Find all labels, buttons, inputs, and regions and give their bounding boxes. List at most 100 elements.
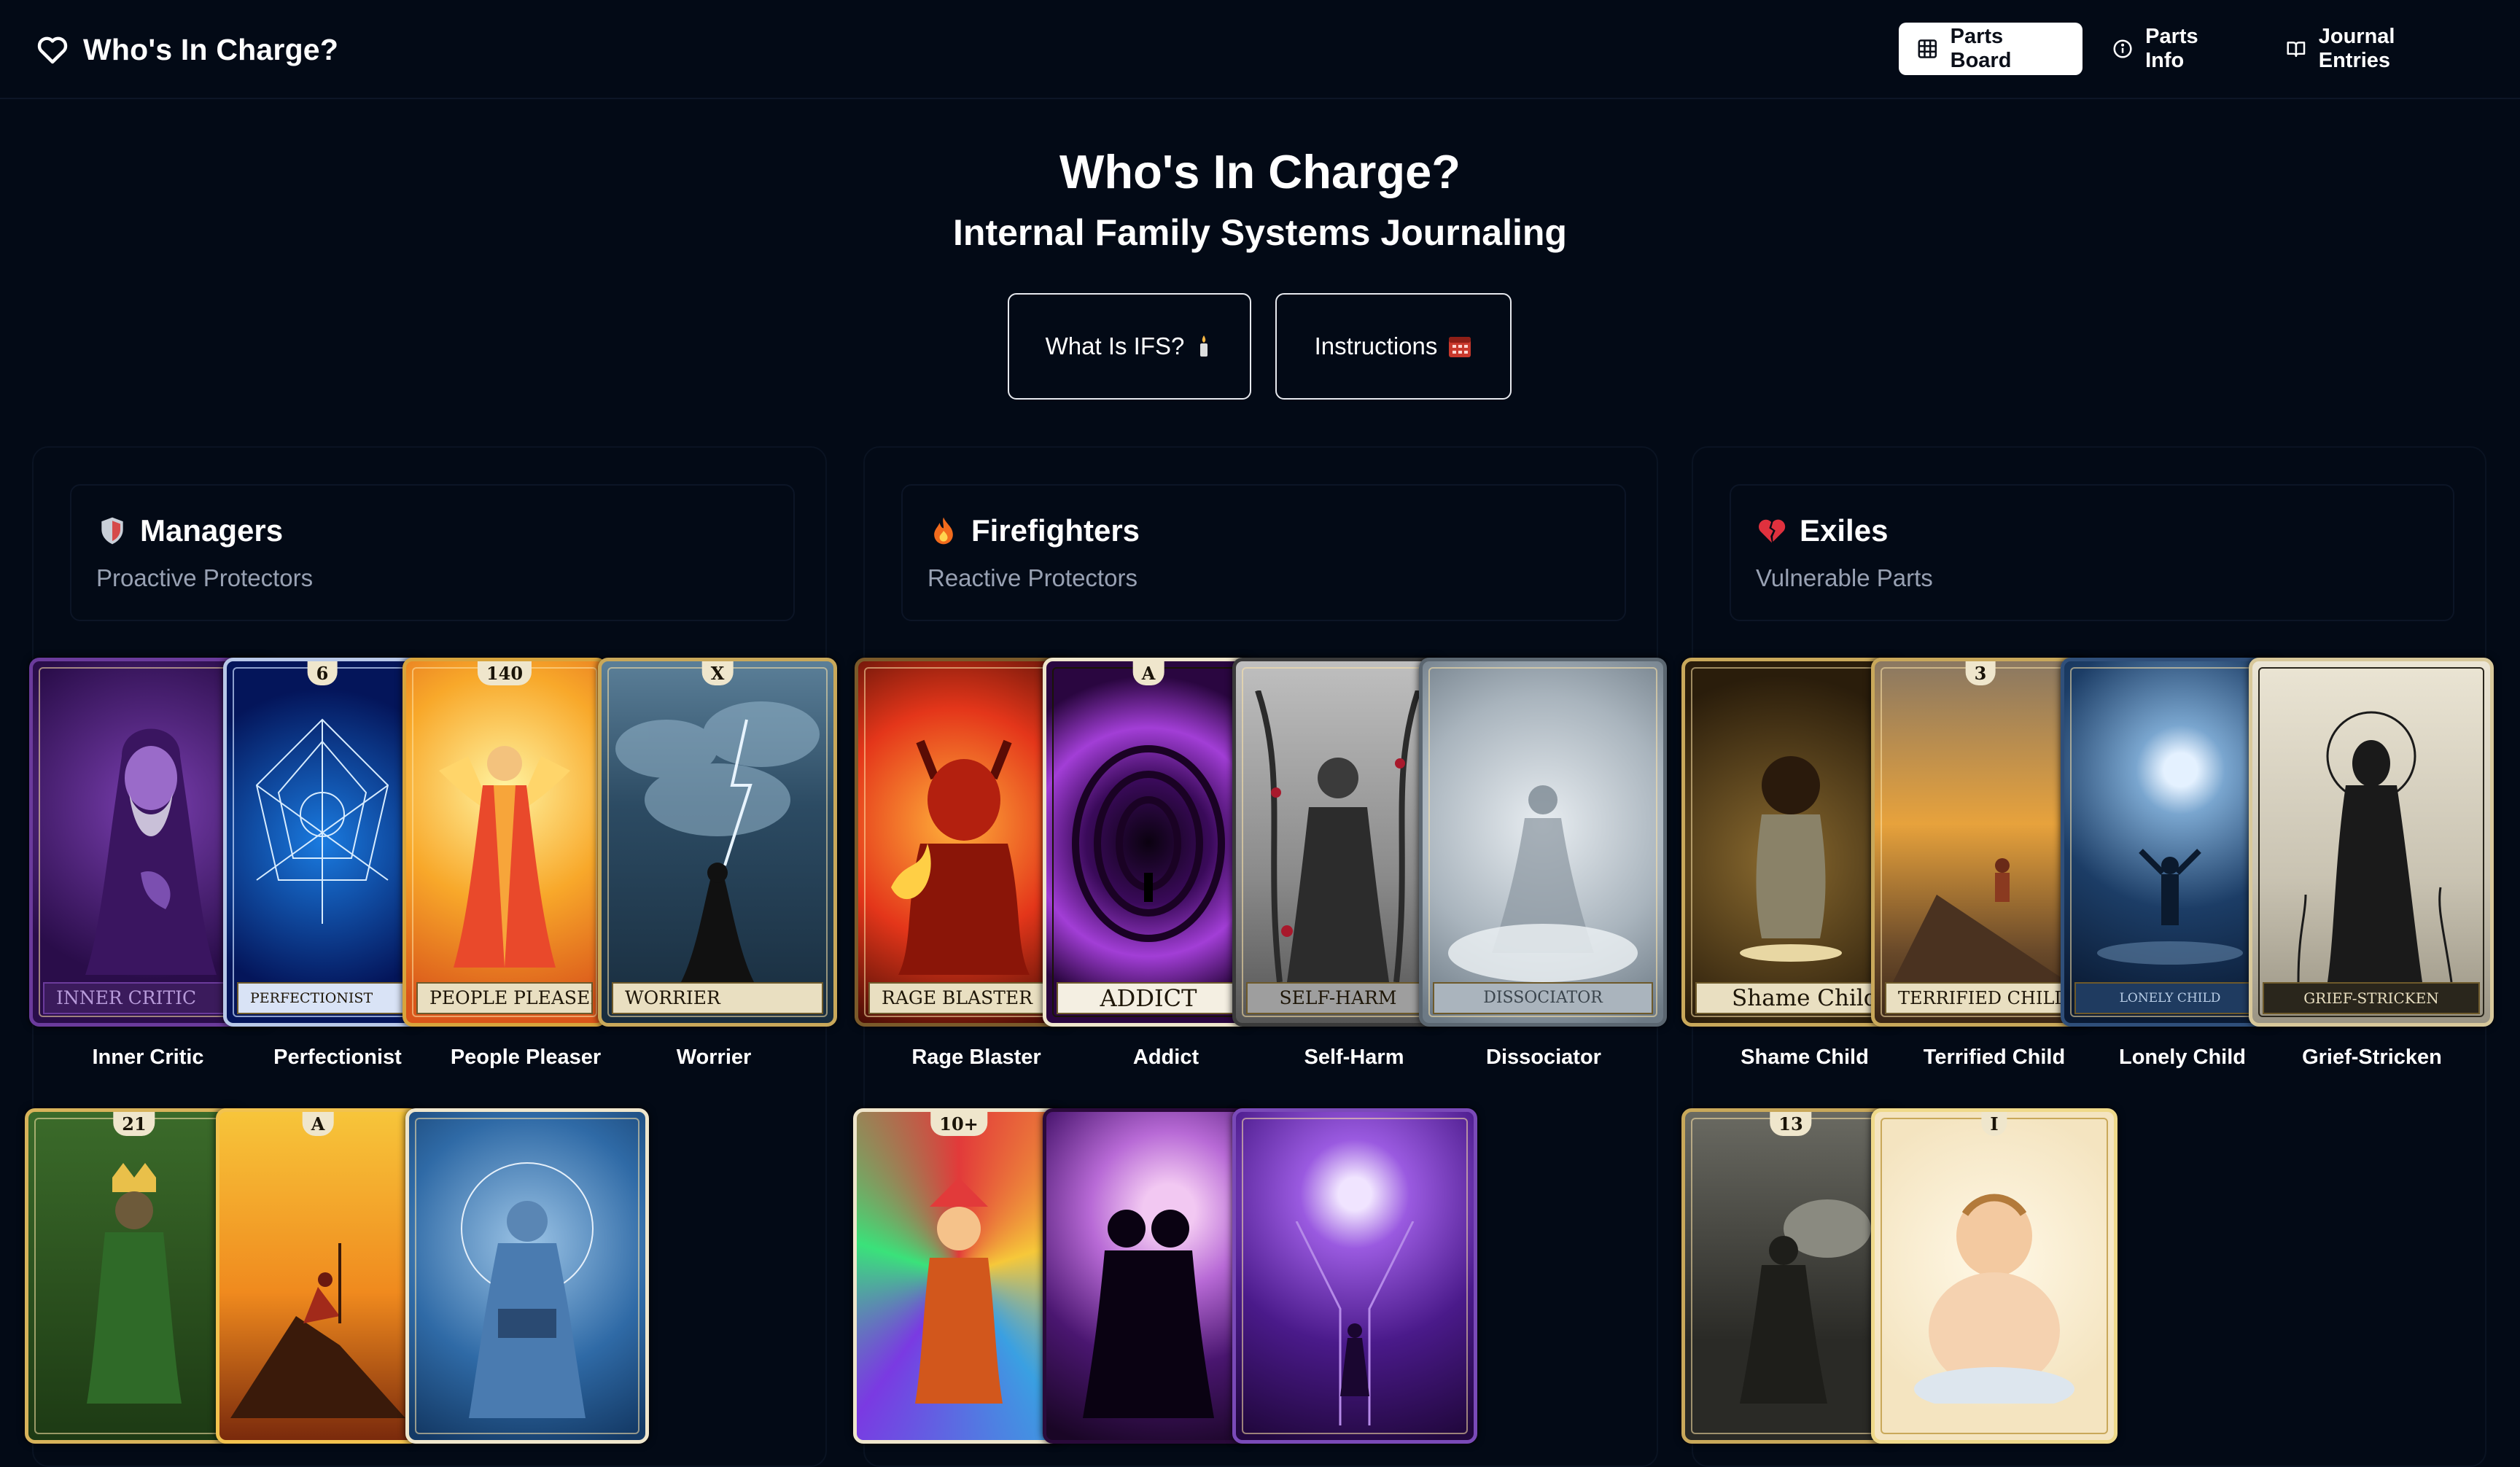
hallway-figure xyxy=(1295,1221,1415,1425)
terrified-child-figure xyxy=(1893,858,2068,982)
page-subtitle: Internal Family Systems Journaling xyxy=(953,212,1567,253)
card-plate: PERFECTIONIST xyxy=(237,982,408,1014)
label-terrified-child: Terrified Child xyxy=(1923,1046,2066,1069)
card-plate: TERRIFIED CHILD xyxy=(1885,982,2076,1014)
label-perfectionist: Perfectionist xyxy=(273,1046,402,1069)
shield-icon xyxy=(101,517,123,545)
card-worrier[interactable]: X WORRIER xyxy=(598,658,837,1027)
card-number: A xyxy=(1132,661,1164,685)
card-addict[interactable]: A ADDICT xyxy=(1043,658,1254,1027)
label-dissociator: Dissociator xyxy=(1486,1046,1601,1069)
calendar-icon xyxy=(1449,337,1471,357)
grief-stricken-figure xyxy=(2297,711,2453,982)
card-exiles-row2-2[interactable]: I xyxy=(1871,1108,2118,1444)
exiles-header: Exiles Vulnerable Parts xyxy=(1730,484,2454,621)
broken-heart-icon xyxy=(1759,519,1786,543)
card-plate: SELF-HARM xyxy=(1246,982,1430,1014)
label-shame-child: Shame Child xyxy=(1741,1046,1869,1069)
card-grief-stricken[interactable]: GRIEF-STRICKEN xyxy=(2249,658,2494,1027)
card-plate: ADDICT xyxy=(1057,982,1240,1014)
nav-parts-info-button[interactable]: Parts Info xyxy=(2094,23,2255,75)
card-firefighters-row2-1[interactable]: 10+ xyxy=(853,1108,1065,1444)
people-pleaser-figure xyxy=(439,746,570,968)
book-open-icon xyxy=(2287,42,2306,58)
card-plate: GRIEF-STRICKEN xyxy=(2263,982,2480,1014)
card-people-pleaser[interactable]: 140 PEOPLE PLEASER xyxy=(402,658,607,1027)
lonely-child-figure xyxy=(2097,849,2243,965)
card-firefighters-row2-2[interactable] xyxy=(1043,1108,1254,1444)
brand[interactable]: Who's In Charge? xyxy=(35,29,338,70)
heart-icon xyxy=(37,36,68,64)
card-plate: RAGE BLASTER xyxy=(868,982,1059,1014)
addict-spiral xyxy=(1072,745,1225,942)
what-is-ifs-label: What Is IFS? xyxy=(1045,332,1185,359)
candle-icon xyxy=(1200,335,1208,357)
grid-icon xyxy=(1918,39,1937,58)
firefighters-title: Firefighters xyxy=(971,513,1140,548)
nav-journal-entries-label: Journal Entries xyxy=(2318,25,2395,72)
card-number: 6 xyxy=(307,661,338,685)
card-number: 140 xyxy=(477,661,532,685)
dissociator-figure xyxy=(1448,785,1638,982)
label-lonely-child: Lonely Child xyxy=(2119,1046,2246,1069)
card-number: 13 xyxy=(1770,1112,1812,1136)
climber-figure xyxy=(230,1243,405,1418)
card-plate: DISSOCIATOR xyxy=(1433,982,1653,1014)
card-perfectionist[interactable]: 6 PERFECTIONIST xyxy=(223,658,421,1027)
card-self-harm[interactable]: SELF-HARM xyxy=(1232,658,1444,1027)
card-number: A xyxy=(302,1112,334,1136)
card-shame-child[interactable]: Shame Child xyxy=(1681,658,1900,1027)
instructions-button[interactable]: Instructions xyxy=(1275,293,1512,400)
card-managers-row2-1[interactable]: 21 xyxy=(25,1108,244,1444)
card-managers-row2-3[interactable] xyxy=(405,1108,649,1444)
label-self-harm: Self-Harm xyxy=(1304,1046,1404,1069)
worrier-figure xyxy=(615,701,820,982)
lovers-figure xyxy=(1083,1210,1214,1418)
baby-figure xyxy=(1914,1194,2074,1404)
card-plate: Shame Child xyxy=(1695,982,1886,1014)
what-is-ifs-button[interactable]: What Is IFS? xyxy=(1008,293,1251,400)
nav-parts-info-label: Parts Info xyxy=(2145,25,2198,72)
managers-subtitle: Proactive Protectors xyxy=(96,564,314,591)
card-number: X xyxy=(701,661,734,685)
card-number: 10+ xyxy=(930,1112,987,1136)
card-terrified-child[interactable]: 3 TERRIFIED CHILD xyxy=(1871,658,2090,1027)
firefighters-subtitle: Reactive Protectors xyxy=(928,564,1138,591)
inner-critic-figure xyxy=(85,728,217,975)
card-number: 3 xyxy=(1965,661,1996,685)
instructions-label: Instructions xyxy=(1314,332,1438,359)
nav-parts-board-button[interactable]: Parts Board xyxy=(1899,23,2082,75)
app-title: Who's In Charge? xyxy=(83,32,339,66)
firefighters-header: Firefighters Reactive Protectors xyxy=(901,484,1626,621)
card-exiles-row2-1[interactable]: 13 xyxy=(1681,1108,1900,1444)
self-harm-figure xyxy=(1255,690,1421,982)
burden-figure xyxy=(1740,1199,1871,1404)
managers-header: Managers Proactive Protectors xyxy=(70,484,795,621)
card-plate: PEOPLE PLEASER xyxy=(416,982,593,1014)
exiles-title: Exiles xyxy=(1800,513,1889,548)
card-managers-row2-2[interactable]: A xyxy=(216,1108,420,1444)
card-dissociator[interactable]: DISSOCIATOR xyxy=(1419,658,1667,1027)
card-plate: LONELY CHILD xyxy=(2074,982,2266,1014)
exiles-subtitle: Vulnerable Parts xyxy=(1756,564,1933,591)
perfectionist-crystal xyxy=(255,718,389,924)
page-title: Who's In Charge? xyxy=(1059,145,1461,198)
card-plate: WORRIER xyxy=(612,982,823,1014)
shame-child-figure xyxy=(1740,756,1842,962)
label-people-pleaser: People Pleaser xyxy=(450,1046,602,1069)
card-rage-blaster[interactable]: RAGE BLASTER xyxy=(855,658,1073,1027)
managers-title: Managers xyxy=(140,513,284,548)
rage-blaster-figure xyxy=(891,739,1030,975)
nav-parts-board-label: Parts Board xyxy=(1950,25,2012,72)
nav-journal-entries-button[interactable]: Journal Entries xyxy=(2268,23,2479,75)
sage-figure xyxy=(461,1162,594,1418)
label-grief-stricken: Grief-Stricken xyxy=(2302,1046,2442,1069)
card-firefighters-row2-3[interactable] xyxy=(1232,1108,1477,1444)
info-icon xyxy=(2113,39,2132,58)
jester-figure xyxy=(915,1178,1003,1404)
label-worrier: Worrier xyxy=(676,1046,752,1069)
top-navbar: Who's In Charge? Parts Board Parts Info … xyxy=(0,0,2520,99)
card-number: 21 xyxy=(113,1112,155,1136)
card-lonely-child[interactable]: LONELY CHILD xyxy=(2061,658,2279,1027)
label-rage-blaster: Rage Blaster xyxy=(911,1046,1041,1069)
